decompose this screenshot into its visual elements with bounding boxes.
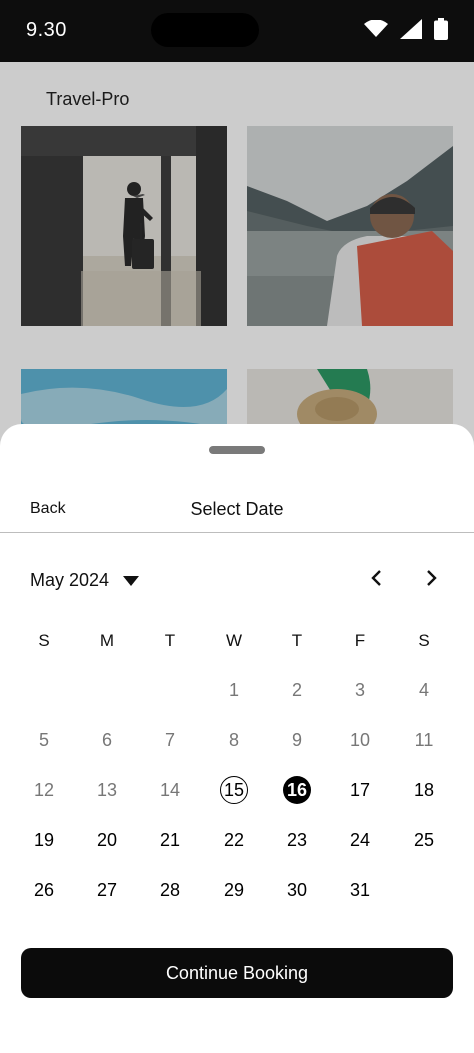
weekday-header: T: [291, 631, 303, 650]
calendar-day[interactable]: 20: [87, 820, 127, 860]
weekday-header: W: [225, 631, 243, 650]
calendar-day[interactable]: 13: [87, 770, 127, 810]
continue-booking-button[interactable]: Continue Booking: [21, 948, 453, 998]
calendar-day[interactable]: 2: [277, 670, 317, 710]
calendar-day[interactable]: 22: [214, 820, 254, 860]
calendar-day[interactable]: 1: [214, 670, 254, 710]
calendar-day[interactable]: 24: [340, 820, 380, 860]
calendar-day[interactable]: 14: [150, 770, 190, 810]
calendar-day[interactable]: 6: [87, 720, 127, 760]
calendar-day[interactable]: 27: [87, 870, 127, 910]
date-picker-sheet: Back Select Date May 2024 SMTWTFS1234567…: [0, 424, 474, 1053]
weekday-header: S: [38, 631, 50, 650]
calendar-day[interactable]: 4: [404, 670, 444, 710]
dynamic-island: [151, 13, 259, 47]
sheet-grabber-handle[interactable]: [209, 446, 265, 454]
calendar-day-today[interactable]: 15: [220, 776, 248, 804]
calendar-day[interactable]: 7: [150, 720, 190, 760]
continue-booking-label: Continue Booking: [165, 962, 309, 983]
chevron-left-icon: [370, 569, 382, 592]
calendar-day[interactable]: 23: [277, 820, 317, 860]
calendar-day[interactable]: 25: [404, 820, 444, 860]
calendar-day[interactable]: 9: [277, 720, 317, 760]
chevron-right-icon: [426, 569, 438, 592]
previous-month-button[interactable]: [364, 568, 388, 592]
next-month-button[interactable]: [420, 568, 444, 592]
calendar-day[interactable]: 29: [214, 870, 254, 910]
weekday-header: M: [99, 631, 115, 650]
calendar-day[interactable]: 10: [340, 720, 380, 760]
calendar-day[interactable]: 3: [340, 670, 380, 710]
status-time: 9.30: [26, 19, 67, 41]
calendar-day[interactable]: 19: [24, 820, 64, 860]
calendar-day[interactable]: 8: [214, 720, 254, 760]
wifi-icon: [364, 19, 388, 43]
status-bar: 9.30: [0, 0, 474, 62]
calendar-day[interactable]: 28: [150, 870, 190, 910]
calendar-day[interactable]: 5: [24, 720, 64, 760]
calendar-day[interactable]: 21: [150, 820, 190, 860]
status-icons: [364, 18, 448, 45]
cellular-signal-icon: [400, 19, 422, 44]
month-selector[interactable]: May 2024: [30, 570, 140, 591]
divider: [0, 532, 474, 533]
weekday-header: S: [418, 631, 430, 650]
weekday-header: T: [164, 631, 176, 650]
calendar-day[interactable]: 12: [24, 770, 64, 810]
month-label: May 2024: [30, 570, 110, 590]
calendar-day[interactable]: 31: [340, 870, 380, 910]
calendar-day[interactable]: 17: [340, 770, 380, 810]
calendar-day[interactable]: 26: [24, 870, 64, 910]
calendar-day[interactable]: 11: [404, 720, 444, 760]
sheet-title: Select Date: [190, 499, 284, 519]
caret-down-icon: [123, 570, 140, 591]
calendar-day[interactable]: 30: [277, 870, 317, 910]
calendar-day[interactable]: 18: [404, 770, 444, 810]
battery-icon: [434, 18, 448, 45]
calendar-day-selected[interactable]: 16: [283, 776, 311, 804]
weekday-header: F: [354, 631, 366, 650]
